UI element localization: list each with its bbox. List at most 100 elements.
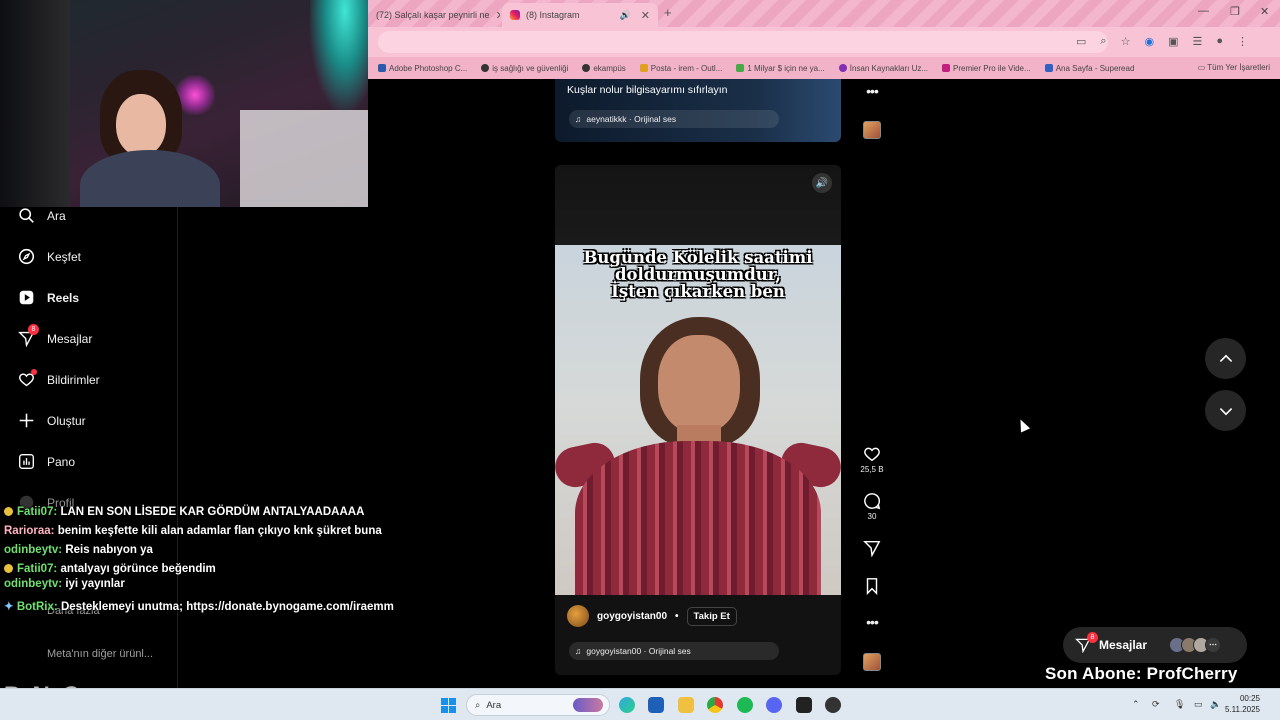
tab-label: (72) Salçalı kaşar peynirli ne — [376, 10, 490, 20]
bookmark-item[interactable]: İnsan Kaynakları Uz... — [838, 63, 929, 73]
messages-badge: 8 — [28, 324, 39, 335]
volume-icon[interactable]: 🔊 — [812, 173, 832, 193]
store-icon[interactable] — [648, 697, 664, 713]
share-button[interactable] — [860, 539, 884, 559]
bookmark-item[interactable]: Premier Pro ile Vide... — [942, 64, 1031, 73]
star-icon[interactable]: ☆ — [1121, 35, 1131, 48]
chat-message: Rarioraa: benim keşfette kili alan adaml… — [4, 524, 394, 539]
sidebar-item-reels[interactable]: Reels — [18, 289, 79, 306]
bookmark-item[interactable]: 1 Milyar $ için ne ya... — [736, 64, 825, 73]
taskbar-search[interactable]: ⌕ Ara — [466, 694, 610, 716]
new-tab-icon[interactable]: + — [664, 5, 672, 20]
bookmark-item[interactable]: Posta - irem - Outl... — [639, 64, 722, 73]
bookmark-item[interactable]: Ana Sayfa - Superead — [1044, 64, 1134, 73]
previous-reel[interactable]: Kuşlar nolur bilgisayarımı sıfırlayın ♫ … — [555, 79, 841, 142]
sidebar-item-label: Mesajlar — [47, 331, 93, 346]
maximize-icon[interactable]: ❐ — [1230, 5, 1240, 18]
omnibox[interactable] — [378, 31, 1108, 53]
save-button[interactable] — [860, 577, 884, 597]
spotify-icon[interactable] — [737, 697, 753, 713]
search-icon: ⌕ — [475, 699, 481, 711]
sidebar-item-meta[interactable]: Meta'nın diğer ürünl... — [47, 648, 153, 660]
previous-reel-button[interactable] — [1205, 338, 1246, 379]
audio-thumbnail[interactable] — [863, 121, 881, 139]
bookmark-label: Premier Pro ile Vide... — [953, 63, 1031, 73]
bookmark-item[interactable]: iş sağlığı ve güvenliği — [481, 64, 568, 73]
messages-pill[interactable]: 8 Mesajlar ⋯ — [1063, 627, 1247, 663]
profile-icon[interactable]: ● — [1216, 35, 1223, 48]
bookmark-item[interactable]: ekampüs — [582, 64, 626, 73]
sync-icon[interactable]: ⟳ — [1152, 699, 1160, 710]
obs-icon[interactable] — [796, 697, 812, 713]
discord-icon[interactable] — [766, 697, 782, 713]
zoom-icon[interactable]: ⌕ — [1100, 35, 1106, 48]
chat-text: LAN EN SON LİSEDE KAR GÖRDÜM ANTALYAADAA… — [60, 506, 365, 518]
speaker-icon[interactable]: 🔊 — [620, 10, 631, 21]
comment-button[interactable]: 30 — [860, 492, 884, 521]
chrome-icon[interactable] — [707, 697, 723, 713]
reading-list-icon[interactable]: ☰ — [1192, 35, 1202, 48]
avatar[interactable] — [567, 605, 589, 627]
browser-tab-strip: (72) Salçalı kaşar peynirli ne ✕ (8) Ins… — [368, 0, 1280, 27]
author-name[interactable]: goygoyistan00 — [597, 611, 667, 622]
stream-chat: Fatii07: LAN EN SON LİSEDE KAR GÖRDÜM AN… — [4, 505, 394, 619]
all-bookmarks[interactable]: ▭ Tüm Yer İşaretleri — [1198, 63, 1270, 72]
reel-footer: goygoyistan00 • Takip Et ♫ goygoyistan00… — [555, 595, 841, 675]
chat-message: Fatii07: LAN EN SON LİSEDE KAR GÖRDÜM AN… — [4, 505, 394, 520]
chevron-down-icon — [1219, 407, 1232, 415]
reel-audio[interactable]: ♫ goygoyistan00 · Orijinal ses — [569, 642, 779, 660]
folder-icon: ▭ — [1197, 63, 1208, 72]
close-icon[interactable]: ✕ — [496, 9, 500, 22]
more-icon: ⋯ — [1205, 637, 1221, 653]
extension-icon[interactable]: ◉ — [1144, 35, 1154, 48]
chat-username: BotRix: — [16, 601, 58, 613]
microphone-icon[interactable]: 🎙 — [1174, 699, 1185, 710]
sidebar-item-dashboard[interactable]: Pano — [18, 453, 75, 470]
tab-instagram[interactable]: (8) Instagram 🔊 ✕ — [502, 3, 658, 27]
chat-message: odinbeytv: iyi yayınlar — [4, 577, 394, 592]
next-reel-button[interactable] — [1205, 390, 1246, 431]
clock-date: 5.11.2025 — [1225, 705, 1260, 714]
sidebar-item-notifications[interactable]: Bildirimler — [18, 369, 100, 388]
sidebar-item-label: Oluştur — [47, 413, 86, 428]
more-options-icon[interactable]: ••• — [860, 614, 884, 630]
audio-thumbnail[interactable] — [863, 653, 881, 671]
bookmark-label: iş sağlığı ve güvenliği — [492, 63, 569, 73]
tab-label: (8) Instagram — [526, 10, 580, 20]
close-icon[interactable]: ✕ — [641, 9, 650, 22]
site-icon — [736, 64, 745, 72]
cast-icon[interactable]: ▭ — [1076, 35, 1086, 48]
tray-chevron-icon[interactable]: ⌃ — [1132, 699, 1140, 710]
audio-label: aeynatikkk · Orijinal ses — [586, 114, 677, 124]
folder-icon[interactable] — [678, 697, 694, 713]
mouse-cursor — [1015, 417, 1031, 433]
windows-start-icon[interactable] — [441, 698, 456, 713]
bookmark-label: İnsan Kaynakları Uz... — [849, 63, 929, 73]
sidebar-item-search[interactable]: Ara — [18, 207, 66, 224]
audio-label: goygoyistan00 · Orijinal ses — [586, 646, 691, 656]
chat-message: odinbeytv: Reis nabıyon ya — [4, 543, 394, 558]
edge-icon[interactable] — [619, 697, 635, 713]
tab-youtube[interactable]: (72) Salçalı kaşar peynirli ne ✕ — [368, 3, 500, 27]
caption-line: İşten çıkarken ben — [611, 282, 785, 301]
minimize-icon[interactable]: — — [1198, 5, 1209, 17]
more-options-icon[interactable]: ••• — [860, 83, 884, 99]
follow-button[interactable]: Takip Et — [686, 606, 737, 626]
current-reel[interactable]: 🔊 Bugünde Kölelik saatimi doldurmuşumdur… — [555, 165, 841, 675]
comment-count: 30 — [867, 512, 877, 521]
reel-video[interactable]: Bugünde Kölelik saatimi doldurmuşumdur, … — [555, 245, 841, 595]
sidebar-item-explore[interactable]: Keşfet — [18, 248, 81, 265]
close-window-icon[interactable]: ✕ — [1260, 5, 1269, 18]
reel-top-area — [555, 165, 841, 245]
reel-audio[interactable]: ♫ aeynatikkk · Orijinal ses — [569, 110, 779, 128]
streamer-face — [116, 94, 166, 156]
sidebar-item-messages[interactable]: 8 Mesajlar — [18, 324, 93, 347]
bookmark-item[interactable]: Adobe Photoshop C... — [378, 64, 467, 73]
app-icon[interactable] — [825, 697, 841, 713]
system-clock[interactable]: 00:25 5.11.2025 — [1200, 693, 1260, 715]
photoshop-icon — [378, 64, 386, 72]
sidebar-item-create[interactable]: Oluştur — [18, 412, 86, 429]
puzzle-icon[interactable]: ▣ — [1168, 35, 1178, 48]
menu-icon[interactable]: ⋮ — [1237, 35, 1248, 48]
like-button[interactable]: 25,5 B — [860, 445, 884, 474]
